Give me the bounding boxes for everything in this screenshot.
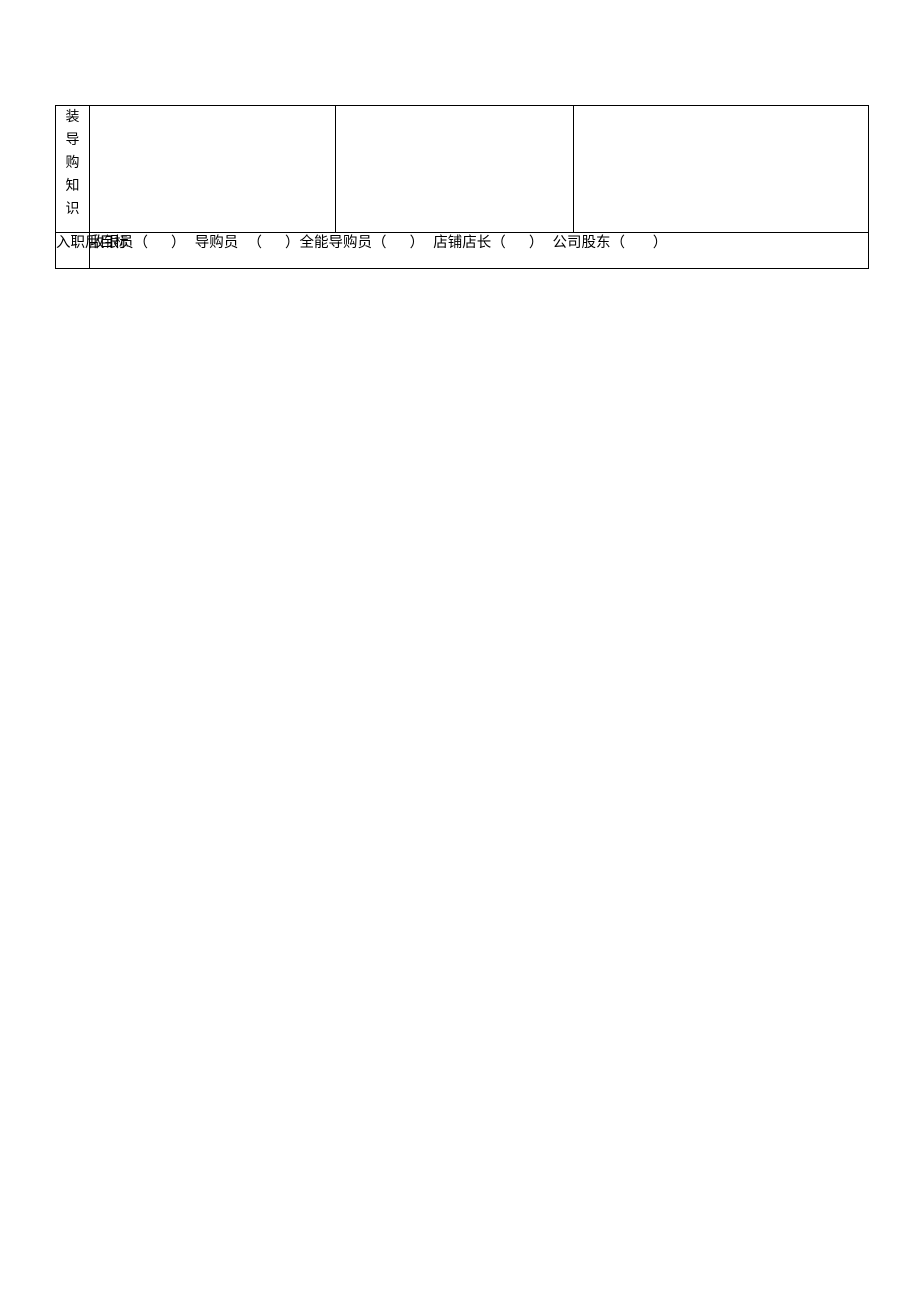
knowledge-blank-cell-2[interactable] (335, 105, 574, 233)
table-row: 装 导 购 知 识 (55, 105, 869, 233)
knowledge-blank-cell-1[interactable] (89, 105, 336, 233)
knowledge-blank-content-2 (336, 106, 573, 232)
table-row: 入职后目标 收银员（ ） 导购员 （ ）全能导购员（ ） 店铺店长（ ） 公司股… (55, 232, 869, 269)
vertical-section-label-cell: 装 导 购 知 识 (55, 105, 90, 233)
form-table-container: 装 导 购 知 识 入职后目标 (55, 105, 869, 269)
employee-form-table: 装 导 购 知 识 入职后目标 (55, 105, 869, 269)
table-body: 装 导 购 知 识 入职后目标 (55, 105, 869, 269)
knowledge-blank-cell-3[interactable] (573, 105, 869, 233)
knowledge-blank-content-3 (574, 106, 868, 232)
knowledge-blank-content-1 (90, 106, 335, 232)
goal-label-text: 入职后目标 (56, 233, 129, 253)
goal-options-text: 收银员（ ） 导购员 （ ）全能导购员（ ） 店铺店长（ ） 公司股东（ ） (90, 235, 668, 251)
goal-options-cell[interactable]: 收银员（ ） 导购员 （ ）全能导购员（ ） 店铺店长（ ） 公司股东（ ） (89, 232, 869, 269)
goal-label-cell: 入职后目标 (55, 232, 129, 269)
vertical-section-label-text: 装 导 购 知 识 (65, 109, 80, 217)
document-page: 装 导 购 知 识 入职后目标 (0, 0, 920, 1302)
